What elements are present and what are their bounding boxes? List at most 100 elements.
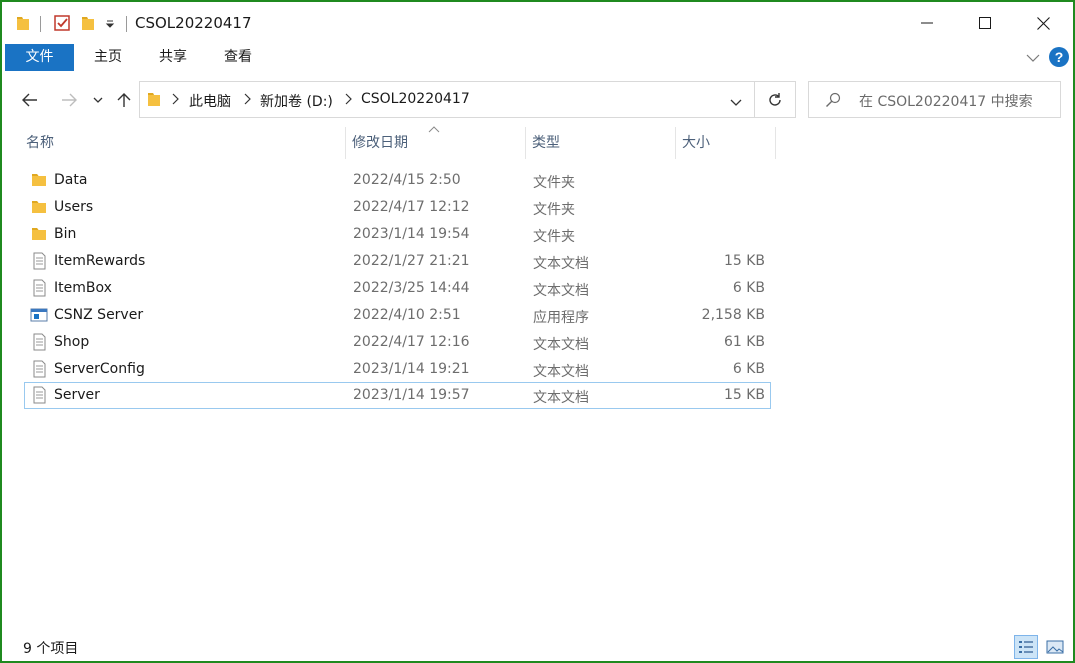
expand-ribbon-icon[interactable] <box>1026 51 1040 67</box>
details-view-button[interactable] <box>1014 635 1038 659</box>
column-divider[interactable] <box>775 127 776 159</box>
file-date: 2023/1/14 19:57 <box>353 387 470 403</box>
folder-icon <box>30 225 48 243</box>
chevron-down-icon <box>93 97 103 103</box>
file-row[interactable]: Users 2022/4/17 12:12 文件夹 <box>24 194 771 221</box>
large-icons-view-button[interactable] <box>1043 635 1067 659</box>
file-row[interactable]: Bin 2023/1/14 19:54 文件夹 <box>24 221 771 248</box>
customize-toolbar-dropdown-icon[interactable] <box>105 12 115 34</box>
chevron-right-icon[interactable] <box>243 93 251 109</box>
file-type: 应用程序 <box>533 310 589 326</box>
text-file-icon <box>30 360 48 378</box>
file-name: Shop <box>54 334 90 350</box>
chevron-right-icon[interactable] <box>171 93 179 109</box>
file-name: ServerConfig <box>54 361 145 377</box>
file-row[interactable]: ItemRewards 2022/1/27 21:21 文本文档 15 KB <box>24 248 771 275</box>
file-type: 文本文档 <box>533 256 589 272</box>
column-header-size[interactable]: 大小 <box>678 127 775 159</box>
up-arrow-icon <box>117 93 131 107</box>
folder-icon <box>30 171 48 189</box>
file-type: 文件夹 <box>533 229 575 245</box>
application-icon <box>30 306 48 324</box>
properties-icon[interactable] <box>53 12 71 34</box>
file-name: Bin <box>54 226 77 242</box>
file-name: ItemRewards <box>54 253 146 269</box>
new-folder-icon[interactable] <box>81 12 95 34</box>
address-bar[interactable]: 此电脑 新加卷 (D:) CSOL20220417 <box>139 81 755 118</box>
file-type: 文本文档 <box>533 390 589 406</box>
toolbar-divider <box>40 16 41 32</box>
forward-arrow-icon <box>62 93 77 107</box>
forward-button[interactable] <box>57 88 81 112</box>
refresh-icon <box>769 92 781 106</box>
text-file-icon <box>30 333 48 351</box>
column-header-name[interactable]: 名称 <box>22 127 345 159</box>
text-file-icon <box>30 279 48 297</box>
tab-view[interactable]: 查看 <box>208 44 268 71</box>
close-button[interactable] <box>1014 2 1072 44</box>
file-date: 2022/3/25 14:44 <box>353 280 470 296</box>
status-item-count: 9 个项目 <box>23 641 79 657</box>
tab-share[interactable]: 共享 <box>143 44 203 71</box>
folder-icon <box>30 198 48 216</box>
minimize-button[interactable] <box>898 2 956 44</box>
refresh-button[interactable] <box>755 81 796 118</box>
recent-locations-button[interactable] <box>90 88 106 112</box>
file-size: 61 KB <box>723 334 765 350</box>
back-button[interactable] <box>18 88 42 112</box>
back-arrow-icon <box>22 93 37 107</box>
file-date: 2022/4/10 2:51 <box>353 307 461 323</box>
folder-icon <box>147 91 161 111</box>
file-name: ItemBox <box>54 280 112 296</box>
maximize-icon <box>979 17 991 29</box>
tab-file[interactable]: 文件 <box>5 44 74 71</box>
search-input[interactable]: 在 CSOL20220417 中搜索 <box>859 91 1033 111</box>
file-size: 15 KB <box>723 253 765 269</box>
column-header-date[interactable]: 修改日期 <box>348 127 525 159</box>
file-name: Server <box>54 387 100 403</box>
address-history-dropdown-icon[interactable] <box>730 95 742 111</box>
column-divider[interactable] <box>675 127 676 159</box>
column-divider[interactable] <box>525 127 526 159</box>
file-size: 15 KB <box>723 387 765 403</box>
breadcrumb-drive-d[interactable]: 新加卷 (D:) <box>260 91 333 111</box>
help-icon[interactable]: ? <box>1048 46 1070 72</box>
file-type: 文本文档 <box>533 364 589 380</box>
breadcrumb-current-folder[interactable]: CSOL20220417 <box>361 91 470 107</box>
text-file-icon <box>30 252 48 270</box>
svg-text:?: ? <box>1055 49 1064 65</box>
text-file-icon <box>30 386 48 404</box>
file-size: 6 KB <box>732 280 765 296</box>
file-date: 2022/1/27 21:21 <box>353 253 470 269</box>
file-date: 2022/4/17 12:12 <box>353 199 470 215</box>
ribbon-tabs: 文件 主页 共享 查看 ? <box>2 42 1073 74</box>
file-row[interactable]: CSNZ Server 2022/4/10 2:51 应用程序 2,158 KB <box>24 302 771 329</box>
file-date: 2022/4/17 12:16 <box>353 334 470 350</box>
file-type: 文本文档 <box>533 283 589 299</box>
file-date: 2023/1/14 19:21 <box>353 361 470 377</box>
breadcrumb-this-pc[interactable]: 此电脑 <box>189 91 231 111</box>
file-row[interactable]: ServerConfig 2023/1/14 19:21 文本文档 6 KB <box>24 356 771 383</box>
close-icon <box>1036 16 1050 30</box>
file-size: 2,158 KB <box>701 307 765 323</box>
column-header-type[interactable]: 类型 <box>528 127 675 159</box>
chevron-right-icon[interactable] <box>344 93 352 109</box>
tab-home[interactable]: 主页 <box>78 44 138 71</box>
file-name: Data <box>54 172 88 188</box>
file-type: 文件夹 <box>533 175 575 191</box>
file-date: 2023/1/14 19:54 <box>353 226 470 242</box>
search-icon <box>825 92 841 112</box>
up-button[interactable] <box>114 88 134 112</box>
search-box[interactable]: 在 CSOL20220417 中搜索 <box>808 81 1061 118</box>
file-row[interactable]: ItemBox 2022/3/25 14:44 文本文档 6 KB <box>24 275 771 302</box>
file-row-selected[interactable]: Server 2023/1/14 19:57 文本文档 15 KB <box>24 382 771 409</box>
maximize-button[interactable] <box>956 2 1014 44</box>
file-row[interactable]: Shop 2022/4/17 12:16 文本文档 61 KB <box>24 329 771 356</box>
details-view-icon <box>1019 641 1033 653</box>
file-name: Users <box>54 199 94 215</box>
window-title: CSOL20220417 <box>135 14 252 32</box>
explorer-window: CSOL20220417 文件 主页 共享 查看 ? 此电脑 新加卷 (D:) … <box>0 0 1075 663</box>
file-row[interactable]: Data 2022/4/15 2:50 文件夹 <box>24 167 771 194</box>
column-divider[interactable] <box>345 127 346 159</box>
large-icons-view-icon <box>1046 640 1064 654</box>
